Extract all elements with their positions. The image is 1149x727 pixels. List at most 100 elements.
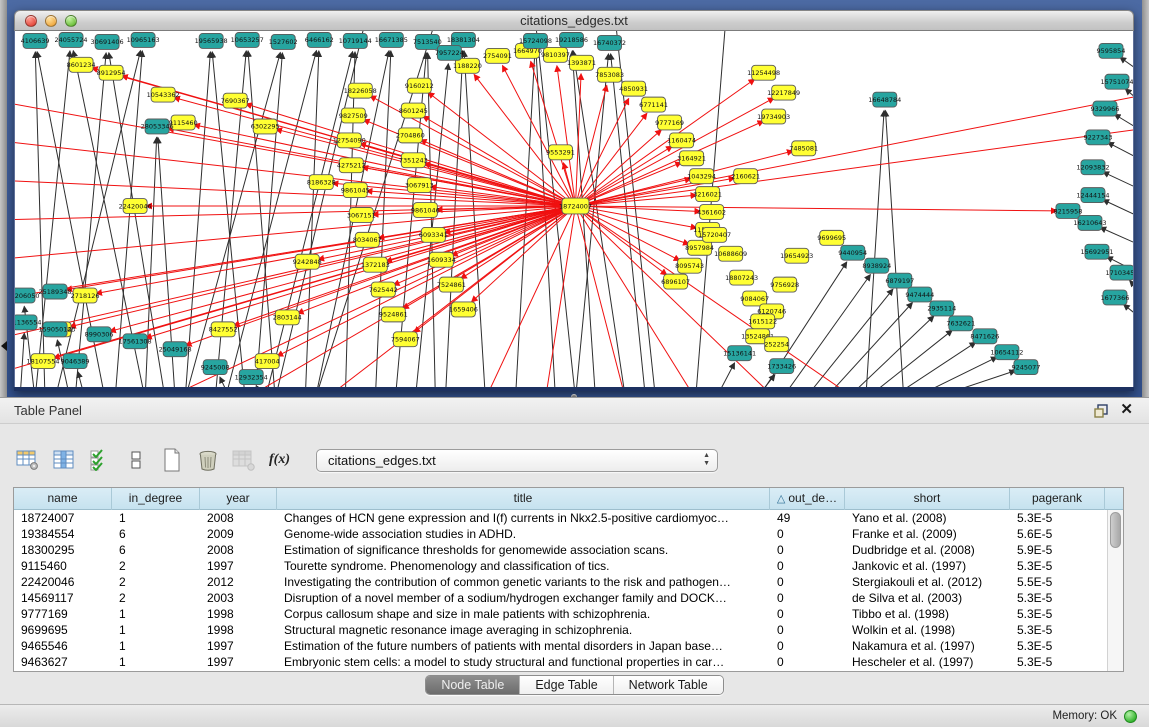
graph-node[interactable]: 10543362 <box>147 87 180 102</box>
graph-node[interactable]: 9245077 <box>1011 360 1040 375</box>
graph-node[interactable]: 15136141 <box>723 346 756 361</box>
table-settings-icon[interactable] <box>14 447 41 473</box>
column-header-out_de[interactable]: △out_de… <box>770 488 845 510</box>
table-cell[interactable]: 1998 <box>200 622 277 638</box>
graph-node[interactable]: 12932354 <box>235 370 268 385</box>
table-row[interactable]: 969969511998Structural magnetic resonanc… <box>14 622 1106 638</box>
table-cell[interactable]: 5.3E-5 <box>1010 622 1105 638</box>
graph-node[interactable]: 12754090 <box>333 133 366 148</box>
graph-node[interactable]: 6771141 <box>639 97 668 112</box>
table-cell[interactable]: Tibbo et al. (1998) <box>845 606 1010 622</box>
graph-node[interactable]: 28053346 <box>141 119 174 134</box>
graph-node[interactable]: 15751074 <box>1100 74 1133 89</box>
table-cell[interactable]: Tourette syndrome. Phenomenology and cla… <box>277 558 770 574</box>
table-cell[interactable]: 2008 <box>200 542 277 558</box>
graph-node[interactable]: 9046389 <box>61 354 90 369</box>
table-cell[interactable]: Stergiakouli et al. (2012) <box>845 574 1010 590</box>
graph-node[interactable]: 8912954 <box>97 65 126 80</box>
graph-node[interactable]: 17103454 <box>1105 265 1133 280</box>
column-header-in_degree[interactable]: in_degree <box>112 488 200 510</box>
table-cell[interactable]: 0 <box>770 622 845 638</box>
select-rows-icon[interactable] <box>86 447 113 473</box>
graph-node[interactable]: 30691406 <box>91 34 124 49</box>
graph-node[interactable]: 9553291 <box>546 145 575 160</box>
table-cell[interactable]: 6 <box>112 542 200 558</box>
table-cell[interactable]: 9777169 <box>14 606 112 622</box>
table-row[interactable]: 1830029562008Estimation of significance … <box>14 542 1106 558</box>
memory-status-indicator[interactable] <box>1124 710 1137 723</box>
table-cell[interactable]: 1 <box>112 606 200 622</box>
table-row[interactable]: 977716911998Corpus callosum shape and si… <box>14 606 1106 622</box>
new-document-icon[interactable] <box>158 447 185 473</box>
graph-node[interactable]: 1733426 <box>767 359 796 374</box>
table-row[interactable]: 911546021997Tourette syndrome. Phenomeno… <box>14 558 1106 574</box>
column-header-title[interactable]: title <box>277 488 770 510</box>
table-cell[interactable]: 5.6E-5 <box>1010 526 1105 542</box>
graph-node[interactable]: 1372183 <box>361 257 390 272</box>
table-cell[interactable]: Jankovic et al. (1997) <box>845 558 1010 574</box>
graph-node[interactable]: 6466162 <box>305 32 334 47</box>
table-cell[interactable]: 5.3E-5 <box>1010 510 1105 526</box>
tab-node-table[interactable]: Node Table <box>426 676 519 694</box>
table-cell[interactable]: 18300295 <box>14 542 112 558</box>
graph-node[interactable]: 10688609 <box>714 246 747 261</box>
graph-node[interactable]: 19565938 <box>195 33 228 48</box>
table-cell[interactable]: 1 <box>112 638 200 654</box>
table-cell[interactable]: 2008 <box>200 510 277 526</box>
table-cell[interactable]: Franke et al. (2009) <box>845 526 1010 542</box>
graph-node[interactable]: 9227343 <box>1084 130 1113 145</box>
graph-node[interactable]: 7351243 <box>399 153 428 168</box>
graph-node[interactable]: 24055724 <box>55 32 88 47</box>
graph-node[interactable]: 8095743 <box>675 258 704 273</box>
graph-node[interactable]: 8427552 <box>209 322 238 337</box>
graph-node[interactable]: 6302295 <box>251 119 280 134</box>
graph-node[interactable]: 8938924 <box>862 258 891 273</box>
graph-node[interactable]: 9756928 <box>770 277 799 292</box>
table-cell[interactable]: Wolkin et al. (1998) <box>845 622 1010 638</box>
table-cell[interactable]: 0 <box>770 526 845 542</box>
graph-node[interactable]: 12444154 <box>1076 188 1109 203</box>
graph-node[interactable]: 9329966 <box>1091 101 1120 116</box>
graph-node[interactable]: 7524861 <box>437 277 466 292</box>
column-header-name[interactable]: name <box>14 488 112 510</box>
graph-node[interactable]: 1527602 <box>269 34 298 49</box>
table-cell[interactable]: Nakamura et al. (1997) <box>845 638 1010 654</box>
graph-node[interactable]: 9242848 <box>293 254 322 269</box>
table-cell[interactable]: Dudbridge et al. (2008) <box>845 542 1010 558</box>
table-cell[interactable]: 0 <box>770 606 845 622</box>
table-cell[interactable]: 5.9E-5 <box>1010 542 1105 558</box>
column-header-pagerank[interactable]: pagerank <box>1010 488 1105 510</box>
graph-node[interactable]: 4275212 <box>337 158 366 173</box>
table-cell[interactable]: Changes of HCN gene expression and I(f) … <box>277 510 770 526</box>
graph-node[interactable]: 19654923 <box>780 248 813 263</box>
graph-node[interactable]: 7690367 <box>221 93 250 108</box>
table-row[interactable]: 946362711997Embryonic stem cells: a mode… <box>14 654 1106 670</box>
table-cell[interactable]: 5.3E-5 <box>1010 590 1105 606</box>
close-panel-icon[interactable]: ✕ <box>1120 400 1133 418</box>
table-cell[interactable]: 0 <box>770 558 845 574</box>
table-cell[interactable]: 9465546 <box>14 638 112 654</box>
graph-node[interactable]: 8601234 <box>67 57 96 72</box>
graph-node[interactable]: 7625442 <box>369 282 398 297</box>
table-cell[interactable]: 2 <box>112 558 200 574</box>
table-cell[interactable]: 1997 <box>200 654 277 670</box>
table-cell[interactable]: 2 <box>112 590 200 606</box>
graph-node[interactable]: 15724098 <box>519 33 552 48</box>
graph-node[interactable]: 22420046 <box>119 199 152 214</box>
graph-node[interactable]: 7957224 <box>435 45 464 60</box>
table-cell[interactable]: 5.3E-5 <box>1010 558 1105 574</box>
graph-node[interactable]: 9861045 <box>341 183 370 198</box>
graph-node[interactable]: 1609334 <box>427 252 456 267</box>
table-row[interactable]: 1456911722003Disruption of a novel membe… <box>14 590 1106 606</box>
table-cell[interactable]: Corpus callosum shape and size in male p… <box>277 606 770 622</box>
table-cell[interactable]: de Silva et al. (2003) <box>845 590 1010 606</box>
table-cell[interactable]: 19384554 <box>14 526 112 542</box>
graph-node[interactable]: 18107554 <box>27 354 60 369</box>
table-cell[interactable]: 1 <box>112 654 200 670</box>
table-cell[interactable]: 0 <box>770 638 845 654</box>
select-columns-icon[interactable] <box>50 447 77 473</box>
table-cell[interactable]: Estimation of the future numbers of pati… <box>277 638 770 654</box>
table-row[interactable]: 1872400712008Changes of HCN gene express… <box>14 510 1106 526</box>
table-row[interactable]: 946554611997Estimation of the future num… <box>14 638 1106 654</box>
graph-node[interactable]: 18724007 <box>559 198 592 214</box>
